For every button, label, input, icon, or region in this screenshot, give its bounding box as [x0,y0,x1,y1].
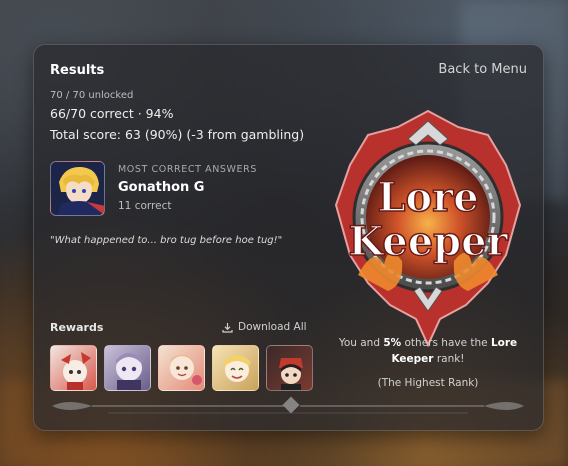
badge-line2: Keeper [348,218,508,265]
avatar-image [51,162,104,215]
unlocked-count: 70 / 70 unlocked [50,90,134,101]
quote-text: "What happened to... bro tug before hoe … [50,235,283,246]
rank-percent: 5% [383,337,402,349]
avatar [50,161,105,216]
correct-summary: 66/70 correct · 94% [50,106,174,121]
reward-image [279,358,303,390]
rank-prefix: You and [338,337,384,349]
download-icon [222,322,233,333]
lore-keeper-emblem: Lore Keeper [334,109,522,348]
rank-note: (The Highest Rank) [377,377,479,389]
decorative-divider [52,396,524,414]
rank-suffix: rank! [433,353,465,365]
most-correct-label: MOST CORRECT ANSWERS [118,164,257,175]
top-player-count: 11 correct [118,200,172,212]
rewards-label: Rewards [50,321,104,334]
reward-item[interactable] [50,345,97,391]
reward-image [170,355,202,385]
download-all-button[interactable]: Download All [222,321,307,333]
reward-image [116,353,142,390]
rank-badge: Lore Keeper [328,105,528,355]
total-score: Total score: 63 (90%) (-3 from gambling) [50,127,305,142]
rank-middle: others have the [401,337,491,349]
back-to-menu-button[interactable]: Back to Menu [438,62,527,77]
top-player-name: Gonathon G [118,180,205,195]
reward-item[interactable] [104,345,151,391]
reward-image [61,352,91,390]
results-panel: Results Back to Menu 70 / 70 unlocked 66… [33,44,544,431]
reward-image [223,355,251,382]
badge-line1: Lore [377,174,478,221]
rank-description: You and 5% others have the Lore Keeper r… [321,335,535,367]
download-all-label: Download All [238,321,307,333]
rewards-list [50,345,313,391]
reward-item[interactable] [212,345,259,391]
reward-item[interactable] [266,345,313,391]
page-title: Results [50,63,105,78]
reward-item[interactable] [158,345,205,391]
